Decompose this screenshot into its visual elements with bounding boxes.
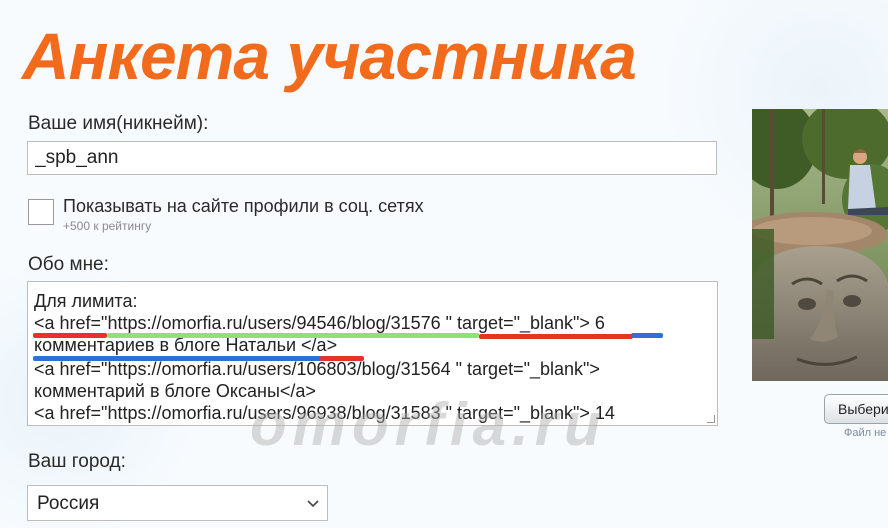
choose-file-button[interactable]: Выберит	[824, 394, 888, 424]
textarea-resize-handle[interactable]	[707, 415, 715, 423]
highlight-blue-mark	[631, 333, 663, 338]
city-selected-value: Россия	[37, 493, 100, 514]
highlight-red-mark	[320, 356, 364, 361]
highlight-green-mark	[107, 333, 479, 338]
watermark: omorfia.ru	[250, 391, 607, 458]
highlight-red-mark	[33, 333, 107, 338]
no-file-status: Файл не	[844, 427, 887, 439]
social-profiles-label: Показывать на сайте профили в соц. сетях	[63, 196, 424, 216]
page-title: Анкета участника	[22, 19, 637, 93]
highlight-blue-mark	[33, 356, 323, 361]
about-line: комментариев в блоге Натальи </a>	[34, 335, 338, 355]
about-label: Обо мне:	[28, 254, 109, 275]
profile-photo	[752, 109, 888, 381]
about-line: Для лимита:	[34, 291, 138, 311]
rating-bonus-note: +500 к рейтингу	[63, 219, 152, 233]
city-label: Ваш город:	[28, 451, 126, 472]
about-line: <a href="https://omorfia.ru/users/94546/…	[34, 313, 605, 333]
social-profiles-checkbox[interactable]	[28, 199, 54, 225]
about-line: <a href="https://omorfia.ru/users/106803…	[34, 359, 600, 379]
city-select[interactable]: Россия	[27, 485, 328, 521]
name-input[interactable]	[27, 141, 717, 175]
chevron-down-icon	[307, 500, 319, 508]
name-label: Ваше имя(никнейм):	[28, 113, 209, 134]
highlight-red-mark	[479, 334, 633, 339]
